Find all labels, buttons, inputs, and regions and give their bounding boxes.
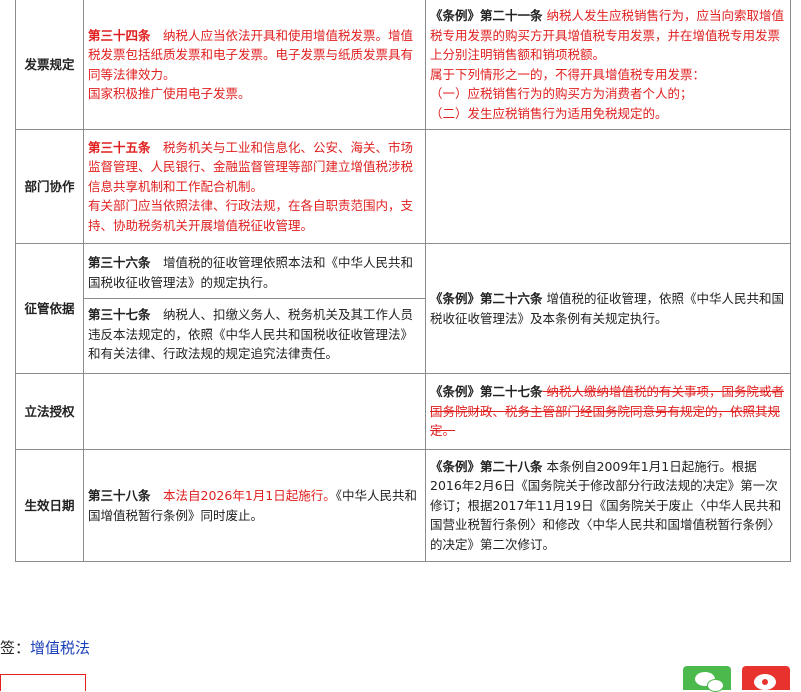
category-cell: 部门协作 — [15, 129, 84, 244]
law-article: 国家积极推广使用电子发票。 — [88, 86, 251, 101]
law-cell — [83, 373, 426, 450]
law-cell: 第三十八条 本法自2026年1月1日起施行。《中华人民共和国增值税暂行条例》同时… — [83, 449, 426, 562]
comparison-table: 发票规定 第三十四条 纳税人应当依法开具和使用增值税发票。增值税发票包括纸质发票… — [15, 0, 791, 562]
regulation-cell: 《条例》第二十一条 纳税人发生应税销售行为，应当向索取增值税专用发票的购买方开具… — [425, 0, 791, 130]
category-cell: 发票规定 — [15, 0, 84, 130]
table-row: 部门协作 第三十五条 税务机关与工业和信息化、公安、海关、市场监督管理、人民银行… — [15, 129, 791, 244]
law-article: 第三十五条 税务机关与工业和信息化、公安、海关、市场监督管理、人民银行、金融监督… — [88, 139, 414, 194]
law-cell: 第三十四条 纳税人应当依法开具和使用增值税发票。增值税发票包括纸质发票和电子发票… — [83, 0, 426, 130]
law-cell: 第三十六条 增值税的征收管理依照本法和《中华人民共和国税收征收管理法》的规定执行… — [83, 243, 426, 374]
regulation-line: （二）发生应税销售行为适用免税规定的。 — [430, 105, 668, 121]
red-outline-box — [0, 674, 86, 691]
law-article: 有关部门应当依照法律、行政法规，在各自职责范围内，支持、协助税务机关开展增值税征… — [88, 198, 414, 233]
tag-line: 签：增值税法 — [0, 637, 90, 658]
tag-link[interactable]: 增值税法 — [30, 639, 90, 657]
regulation-line: 属于下列情形之一的，不得开具增值税专用发票： — [430, 66, 706, 82]
regulation-line: （一）应税销售行为的购买方为消费者个人的； — [430, 86, 693, 101]
law-article: 第三十六条 增值税的征收管理依照本法和《中华人民共和国税收征收管理法》的规定执行… — [88, 255, 414, 290]
table-row: 立法授权 《条例》第二十七条 纳税人缴纳增值税的有关事项，国务院或者国务院财政、… — [15, 373, 791, 450]
law-article: 第三十四条 纳税人应当依法开具和使用增值税发票。增值税发票包括纸质发票和电子发票… — [88, 27, 414, 82]
regulation-cell: 《条例》第二十六条 增值税的征收管理，依照《中华人民共和国税收征收管理法》及本条… — [425, 243, 791, 374]
law-article: 第三十八条 本法自2026年1月1日起施行。《中华人民共和国增值税暂行条例》同时… — [88, 488, 417, 523]
regulation-cell — [425, 129, 791, 244]
category-cell: 征管依据 — [15, 243, 84, 374]
wechat-share-icon[interactable] — [683, 666, 731, 692]
table-row: 征管依据 第三十六条 增值税的征收管理依照本法和《中华人民共和国税收征收管理法》… — [15, 243, 791, 374]
regulation-article: 《条例》第二十六条 增值税的征收管理，依照《中华人民共和国税收征收管理法》及本条… — [430, 291, 784, 326]
category-cell: 立法授权 — [15, 373, 84, 450]
table-row: 生效日期 第三十八条 本法自2026年1月1日起施行。《中华人民共和国增值税暂行… — [15, 449, 791, 562]
table-row: 发票规定 第三十四条 纳税人应当依法开具和使用增值税发票。增值税发票包括纸质发票… — [15, 0, 791, 130]
regulation-cell: 《条例》第二十七条 纳税人缴纳增值税的有关事项，国务院或者国务院财政、税务主管部… — [425, 373, 791, 450]
weibo-share-icon[interactable] — [742, 666, 790, 690]
law-article: 第三十七条 纳税人、扣缴义务人、税务机关及其工作人员违反本法规定的，依照《中华人… — [84, 298, 425, 367]
regulation-article: 《条例》第二十一条 纳税人发生应税销售行为，应当向索取增值税专用发票的购买方开具… — [430, 8, 784, 62]
regulation-article: 《条例》第二十七条 纳税人缴纳增值税的有关事项，国务院或者国务院财政、税务主管部… — [430, 384, 784, 439]
law-cell: 第三十五条 税务机关与工业和信息化、公安、海关、市场监督管理、人民银行、金融监督… — [83, 129, 426, 244]
regulation-article: 《条例》第二十八条 本条例自2009年1月1日起施行。根据2016年2月6日《国… — [430, 458, 782, 552]
regulation-cell: 《条例》第二十八条 本条例自2009年1月1日起施行。根据2016年2月6日《国… — [425, 449, 791, 562]
category-cell: 生效日期 — [15, 449, 84, 562]
tag-label: 签： — [0, 639, 31, 657]
